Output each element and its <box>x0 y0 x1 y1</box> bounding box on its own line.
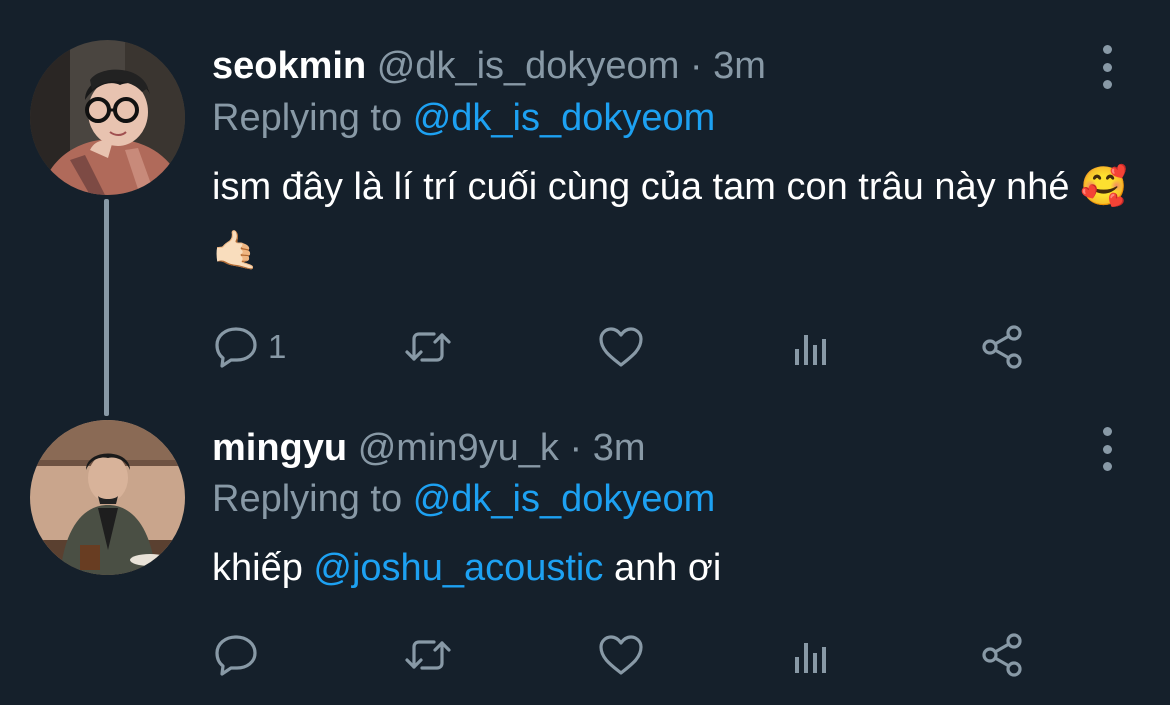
replying-to-label: Replying to <box>212 97 403 139</box>
reply-button[interactable] <box>212 630 260 680</box>
reply-icon <box>215 635 257 676</box>
replying-to: Replying to @dk_is_dokyeom <box>212 95 715 141</box>
reply-icon <box>215 327 257 368</box>
tweet-header: mingyu @min9yu_k · 3m <box>212 423 645 473</box>
tweet-text: ism đây là lí trí cuối cùng của tam con … <box>212 166 1128 272</box>
like-icon <box>599 327 643 367</box>
reply-button[interactable]: 1 <box>212 322 286 372</box>
share-button[interactable] <box>978 322 1026 372</box>
avatar-photo <box>30 40 185 195</box>
tweet-text: khiếp @joshu_acoustic anh ơi <box>212 536 1142 600</box>
retweet-icon <box>405 332 451 362</box>
like-button[interactable] <box>597 322 645 372</box>
tweet-text-part: khiếp <box>212 547 303 589</box>
thread-connector-line <box>104 199 109 416</box>
stats-button[interactable] <box>789 322 837 372</box>
tweet-actions: 1 <box>212 322 1072 372</box>
tweet-actions <box>212 630 1072 680</box>
tweet-text-part: anh ơi <box>613 547 722 589</box>
stats-icon <box>795 643 826 673</box>
user-handle[interactable]: @dk_is_dokyeom <box>377 45 680 87</box>
user-handle[interactable]: @min9yu_k <box>358 427 559 469</box>
timestamp[interactable]: 3m <box>713 45 766 87</box>
timestamp[interactable]: 3m <box>593 427 646 469</box>
replying-to-mention[interactable]: @dk_is_dokyeom <box>413 97 716 139</box>
tweet-header: seokmin @dk_is_dokyeom · 3m <box>212 41 766 91</box>
retweet-button[interactable] <box>404 630 452 680</box>
separator-dot: · <box>689 45 703 87</box>
like-button[interactable] <box>597 630 645 680</box>
replying-to: Replying to @dk_is_dokyeom <box>212 476 715 522</box>
separator-dot: · <box>569 427 583 469</box>
retweet-icon <box>405 640 451 670</box>
mention-link[interactable]: @joshu_acoustic <box>313 547 603 589</box>
avatar[interactable] <box>30 420 185 575</box>
tweet[interactable]: seokmin @dk_is_dokyeom · 3m Replying to … <box>0 0 1170 420</box>
tweet[interactable]: mingyu @min9yu_k · 3m Replying to @dk_is… <box>0 420 1170 705</box>
share-button[interactable] <box>978 630 1026 680</box>
display-name[interactable]: seokmin <box>212 45 366 87</box>
replying-to-label: Replying to <box>212 478 403 520</box>
display-name[interactable]: mingyu <box>212 427 347 469</box>
retweet-button[interactable] <box>404 322 452 372</box>
more-options-icon[interactable] <box>1094 427 1120 471</box>
share-icon <box>982 325 1022 369</box>
like-icon <box>599 635 643 675</box>
more-options-icon[interactable] <box>1094 45 1120 89</box>
reply-count: 1 <box>268 328 287 365</box>
avatar-photo <box>30 420 185 575</box>
avatar[interactable] <box>30 40 185 195</box>
share-icon <box>982 633 1022 677</box>
replying-to-mention[interactable]: @dk_is_dokyeom <box>413 478 716 520</box>
stats-icon <box>795 335 826 365</box>
stats-button[interactable] <box>789 630 837 680</box>
